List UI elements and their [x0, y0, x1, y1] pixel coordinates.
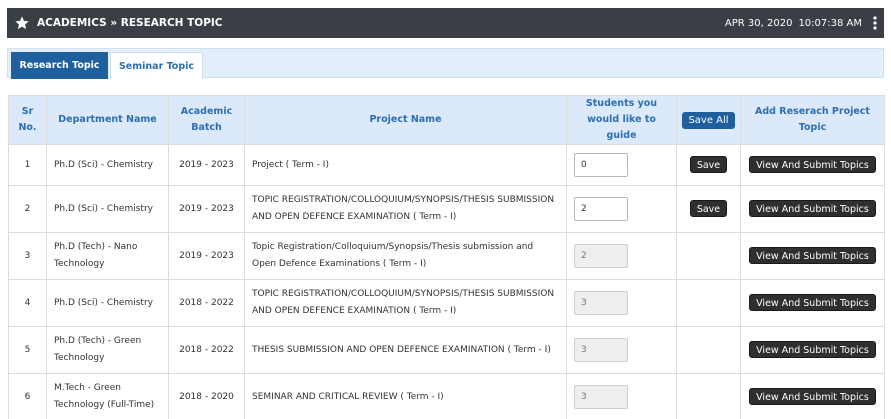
students-input[interactable]: 2 — [574, 197, 628, 221]
students-input-disabled: 3 — [574, 338, 628, 362]
students-input-disabled: 2 — [574, 244, 628, 268]
cell-save: Save — [676, 144, 741, 186]
cell-batch: 2019 - 2023 — [168, 185, 245, 233]
cell-department: M.Tech - Green Technology (Full-Time) — [46, 373, 169, 419]
header-students: Students you would like to guide — [566, 95, 677, 145]
current-date: APR 30, 2020 — [724, 17, 793, 29]
cell-sr: 2 — [8, 185, 47, 233]
header-department: Department Name — [46, 95, 169, 145]
cell-batch: 2018 - 2022 — [168, 326, 245, 374]
cell-batch: 2018 - 2020 — [168, 373, 245, 419]
cell-project: THESIS SUBMISSION AND OPEN DEFENCE EXAMI… — [244, 326, 567, 374]
cell-action: View And Submit Topics — [740, 144, 885, 186]
view-submit-topics-button[interactable]: View And Submit Topics — [749, 199, 876, 217]
cell-students: 3 — [566, 279, 677, 327]
cell-sr: 4 — [8, 279, 47, 327]
cell-students: 3 — [566, 373, 677, 419]
table-row: 1 Ph.D (Sci) - Chemistry 2019 - 2023 Pro… — [8, 144, 885, 186]
cell-save: Save — [676, 185, 741, 233]
header-batch: Academic Batch — [168, 95, 245, 145]
header-save-all: Save All — [676, 95, 741, 145]
view-submit-topics-button[interactable]: View And Submit Topics — [749, 293, 876, 311]
cell-sr: 3 — [8, 232, 47, 280]
top-header-bar: ACADEMICS » RESEARCH TOPIC APR 30, 2020 … — [7, 8, 884, 38]
more-vertical-icon[interactable] — [868, 13, 882, 33]
students-input[interactable]: 0 — [574, 153, 628, 177]
cell-department: Ph.D (Tech) - Nano Technology — [46, 232, 169, 280]
view-submit-topics-button[interactable]: View And Submit Topics — [749, 387, 876, 405]
table-row: 2 Ph.D (Sci) - Chemistry 2019 - 2023 TOP… — [8, 185, 885, 233]
header-project: Project Name — [244, 95, 567, 145]
datetime: APR 30, 2020 10:07:38 AM — [719, 13, 884, 33]
cell-department: Ph.D (Sci) - Chemistry — [46, 144, 169, 186]
view-submit-topics-button[interactable]: View And Submit Topics — [749, 155, 876, 173]
table-row: 4 Ph.D (Sci) - Chemistry 2018 - 2022 TOP… — [8, 279, 885, 327]
view-submit-topics-button[interactable]: View And Submit Topics — [749, 246, 876, 264]
students-input-disabled: 3 — [574, 385, 628, 409]
cell-batch: 2018 - 2022 — [168, 279, 245, 327]
cell-project: Project ( Term - I) — [244, 144, 567, 186]
students-input-disabled: 3 — [574, 291, 628, 315]
view-submit-topics-button[interactable]: View And Submit Topics — [749, 340, 876, 358]
cell-action: View And Submit Topics — [740, 373, 885, 419]
table-row: 3 Ph.D (Tech) - Nano Technology 2019 - 2… — [8, 232, 885, 280]
cell-department: Ph.D (Tech) - Green Technology — [46, 326, 169, 374]
tab-research-topic[interactable]: Research Topic — [11, 52, 108, 79]
cell-action: View And Submit Topics — [740, 279, 885, 327]
cell-batch: 2019 - 2023 — [168, 144, 245, 186]
table-header-row: Sr No. Department Name Academic Batch Pr… — [8, 95, 885, 145]
tab-seminar-topic[interactable]: Seminar Topic — [110, 52, 203, 79]
cell-students: 2 — [566, 232, 677, 280]
cell-project: SEMINAR AND CRITICAL REVIEW ( Term - I) — [244, 373, 567, 419]
cell-sr: 6 — [8, 373, 47, 419]
cell-save — [676, 326, 741, 374]
cell-save — [676, 279, 741, 327]
research-topic-table: Sr No. Department Name Academic Batch Pr… — [8, 95, 885, 419]
cell-project: Topic Registration/Colloquium/Synopsis/T… — [244, 232, 567, 280]
tab-bar: Research Topic Seminar Topic — [7, 48, 884, 79]
cell-students: 3 — [566, 326, 677, 374]
cell-save — [676, 373, 741, 419]
current-time: 10:07:38 AM — [798, 17, 862, 29]
cell-action: View And Submit Topics — [740, 326, 885, 374]
cell-action: View And Submit Topics — [740, 185, 885, 233]
header-add-topic: Add Reserach Project Topic — [740, 95, 885, 145]
cell-department: Ph.D (Sci) - Chemistry — [46, 185, 169, 233]
cell-sr: 5 — [8, 326, 47, 374]
cell-action: View And Submit Topics — [740, 232, 885, 280]
star-icon[interactable] — [13, 14, 31, 32]
cell-department: Ph.D (Sci) - Chemistry — [46, 279, 169, 327]
table-row: 5 Ph.D (Tech) - Green Technology 2018 - … — [8, 326, 885, 374]
page-title: ACADEMICS » RESEARCH TOPIC — [37, 17, 223, 29]
cell-project: TOPIC REGISTRATION/COLLOQUIUM/SYNOPSIS/T… — [244, 185, 567, 233]
table-row: 6 M.Tech - Green Technology (Full-Time) … — [8, 373, 885, 419]
save-button[interactable]: Save — [689, 199, 728, 217]
cell-students: 2 — [566, 185, 677, 233]
cell-save — [676, 232, 741, 280]
save-all-button[interactable]: Save All — [682, 111, 735, 129]
header-sr-no: Sr No. — [8, 95, 47, 145]
cell-students: 0 — [566, 144, 677, 186]
cell-sr: 1 — [8, 144, 47, 186]
save-button[interactable]: Save — [689, 155, 728, 173]
cell-project: TOPIC REGISTRATION/COLLOQUIUM/SYNOPSIS/T… — [244, 279, 567, 327]
cell-batch: 2019 - 2023 — [168, 232, 245, 280]
